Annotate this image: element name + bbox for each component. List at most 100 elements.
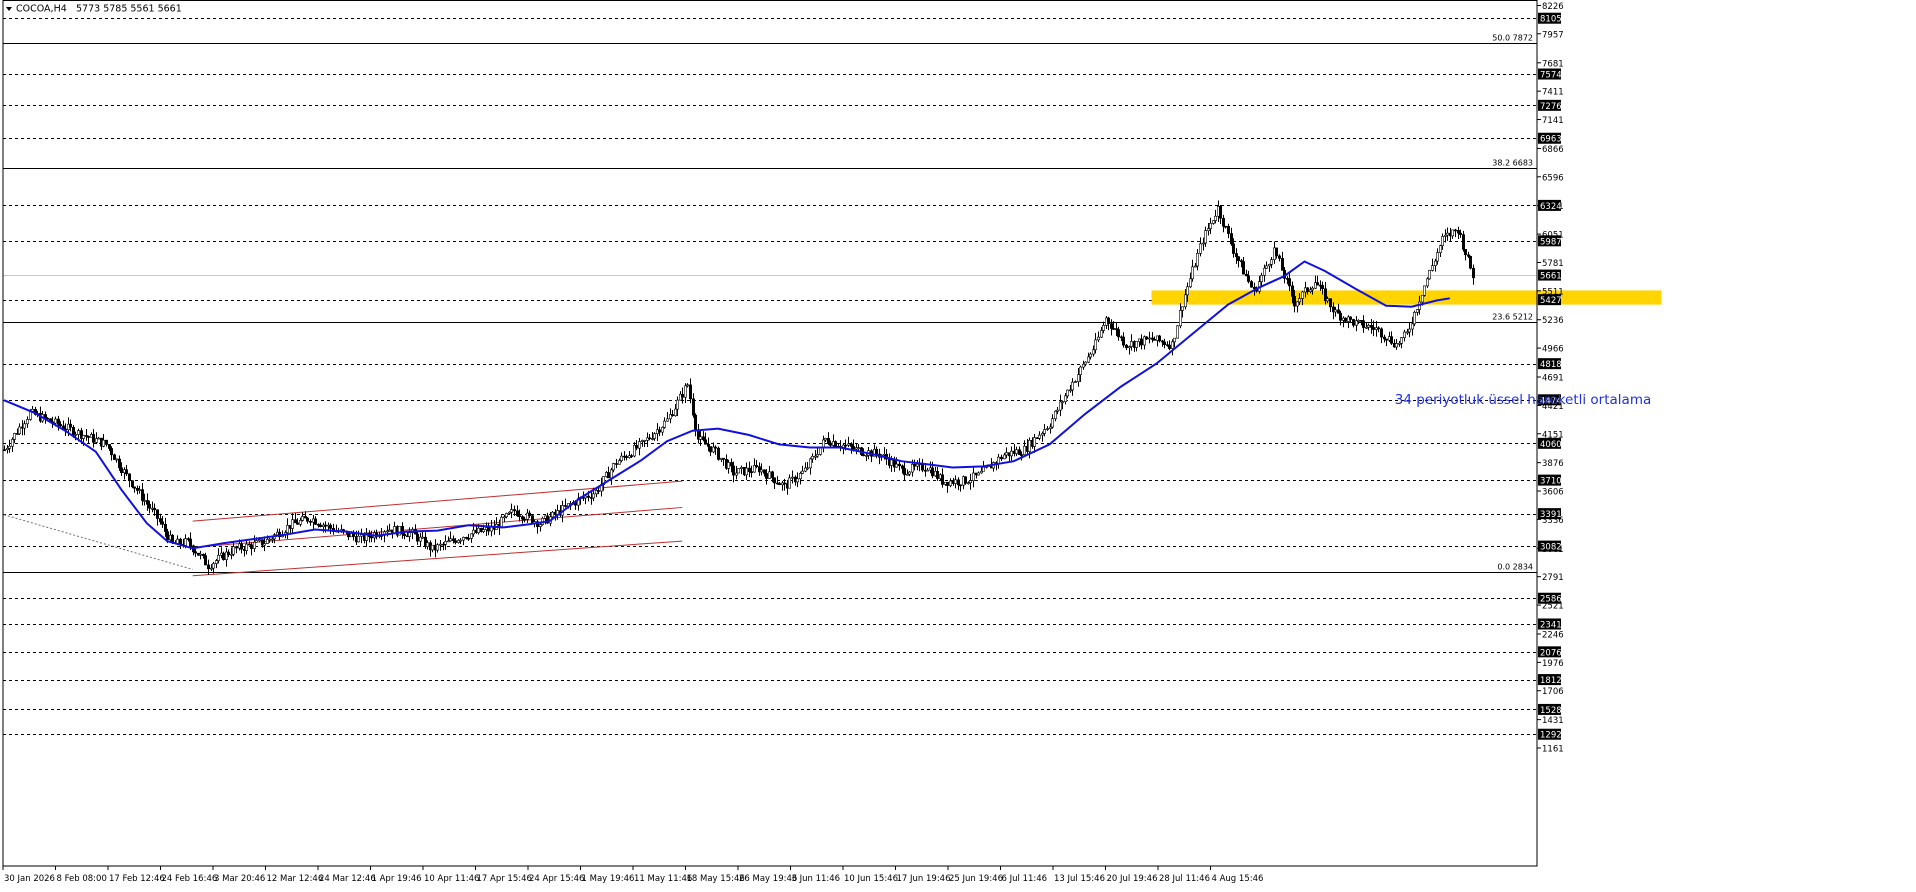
- candle-body: [1066, 389, 1070, 397]
- candle-body: [1337, 309, 1341, 314]
- candle-body: [161, 521, 165, 525]
- level-price-label: 1528: [1540, 706, 1562, 716]
- candle-body: [1278, 255, 1282, 259]
- candle-body: [767, 471, 771, 479]
- candle-body: [184, 538, 188, 546]
- candle-body: [143, 500, 147, 502]
- candle-body: [670, 414, 674, 417]
- candle-body: [874, 448, 878, 455]
- time-tick-label: 1 May 19:46: [582, 874, 635, 884]
- candle-body: [227, 551, 231, 556]
- candle-body: [798, 473, 802, 480]
- candle-body: [1064, 395, 1068, 402]
- candle-body: [1242, 261, 1246, 275]
- candle-body: [128, 473, 132, 482]
- level-price-label: 5987: [1540, 237, 1562, 247]
- candle-body: [609, 469, 613, 479]
- time-tick-label: 26 May 19:46: [739, 874, 797, 884]
- candle-body: [1135, 341, 1139, 348]
- candle-body: [999, 456, 1003, 460]
- candle-body: [1186, 286, 1190, 296]
- candle-body: [58, 424, 62, 427]
- price-tick-label: 3876: [1542, 459, 1564, 469]
- candle-body: [1107, 317, 1111, 324]
- candle-body: [153, 507, 157, 511]
- time-tick-label: 24 Apr 15:46: [529, 874, 584, 884]
- ema-annotation: 34 periyotluk üssel hareketli ortalama: [1395, 392, 1652, 408]
- candle-body: [683, 385, 687, 398]
- candle-body: [138, 489, 142, 491]
- candle-body: [520, 516, 524, 520]
- candle-body: [1082, 363, 1086, 368]
- candle-body: [958, 484, 962, 487]
- candle-body: [976, 472, 980, 476]
- time-tick-label: 10 Jun 15:46: [844, 874, 898, 884]
- candle-body: [245, 543, 249, 551]
- ohlc-values: 5773 5785 5561 5661: [76, 4, 182, 15]
- candle-body: [397, 526, 401, 536]
- candle-body: [764, 473, 768, 479]
- candle-body: [675, 399, 679, 410]
- candle-body: [1263, 267, 1267, 276]
- candle-body: [133, 486, 137, 489]
- candle-body: [1171, 341, 1175, 349]
- price-chart[interactable]: 50.0 7872 38.2 6683 23.6 5212 0.0 2834 8226…: [0, 0, 1916, 888]
- candle-body: [517, 515, 521, 517]
- price-tick-label: 3606: [1542, 488, 1564, 498]
- candle-body: [1344, 317, 1348, 322]
- candle-body: [787, 477, 791, 489]
- candle-body: [509, 509, 513, 513]
- time-tick-label: 28 Jul 11:46: [1159, 874, 1210, 884]
- candle-body: [1349, 316, 1353, 320]
- candle-body: [800, 470, 804, 474]
- candle-body: [739, 467, 743, 469]
- candle-body: [512, 509, 516, 512]
- level-price-label: 4818: [1540, 360, 1562, 370]
- time-tick-label: 10 Apr 11:46: [424, 874, 479, 884]
- candle-body: [435, 544, 439, 551]
- candle-body: [486, 527, 490, 532]
- candle-body: [1056, 409, 1060, 412]
- time-tick-label: 8 Feb 08:00: [57, 874, 107, 884]
- candle-body: [1122, 336, 1126, 346]
- candle-body: [1148, 337, 1152, 340]
- candle-body: [1087, 356, 1091, 363]
- candle-body: [662, 420, 666, 428]
- price-tick-label: 6866: [1542, 145, 1564, 155]
- candle-body: [826, 437, 830, 444]
- candle-body: [108, 444, 112, 449]
- candle-body: [267, 538, 271, 541]
- chart-canvas[interactable]: 50.0 7872 38.2 6683 23.6 5212 0.0 2834 8226…: [0, 0, 1916, 888]
- candle-body: [461, 537, 465, 541]
- candle-body: [953, 479, 957, 484]
- candle-body: [77, 430, 81, 435]
- candle-body: [930, 467, 934, 477]
- candle-body: [25, 419, 29, 425]
- candle-body: [402, 533, 406, 537]
- candle-body: [443, 541, 447, 545]
- level-price-label: 1812: [1540, 676, 1562, 686]
- candle-body: [69, 423, 73, 428]
- candle-body: [1413, 312, 1417, 325]
- candle-body: [115, 458, 119, 461]
- candle-body: [8, 445, 12, 449]
- candle-body: [963, 476, 967, 484]
- candle-body: [120, 467, 124, 473]
- candle-body: [1163, 341, 1167, 345]
- candle-body: [1110, 323, 1114, 329]
- candle-body: [1457, 230, 1461, 234]
- candle-body: [1362, 320, 1366, 328]
- time-tick-label: 4 Aug 15:46: [1212, 874, 1264, 884]
- candle-body: [1400, 337, 1404, 344]
- candle-body: [981, 466, 985, 472]
- level-price-label: 4060: [1540, 440, 1562, 450]
- candle-body: [148, 504, 152, 509]
- candle-body: [1260, 275, 1264, 282]
- candle-body: [617, 460, 621, 465]
- candle-body: [356, 535, 360, 543]
- candle-body: [305, 517, 309, 522]
- candle-body: [1291, 285, 1295, 297]
- candle-body: [369, 536, 373, 539]
- candle-body: [250, 544, 254, 549]
- candle-body: [1416, 309, 1420, 313]
